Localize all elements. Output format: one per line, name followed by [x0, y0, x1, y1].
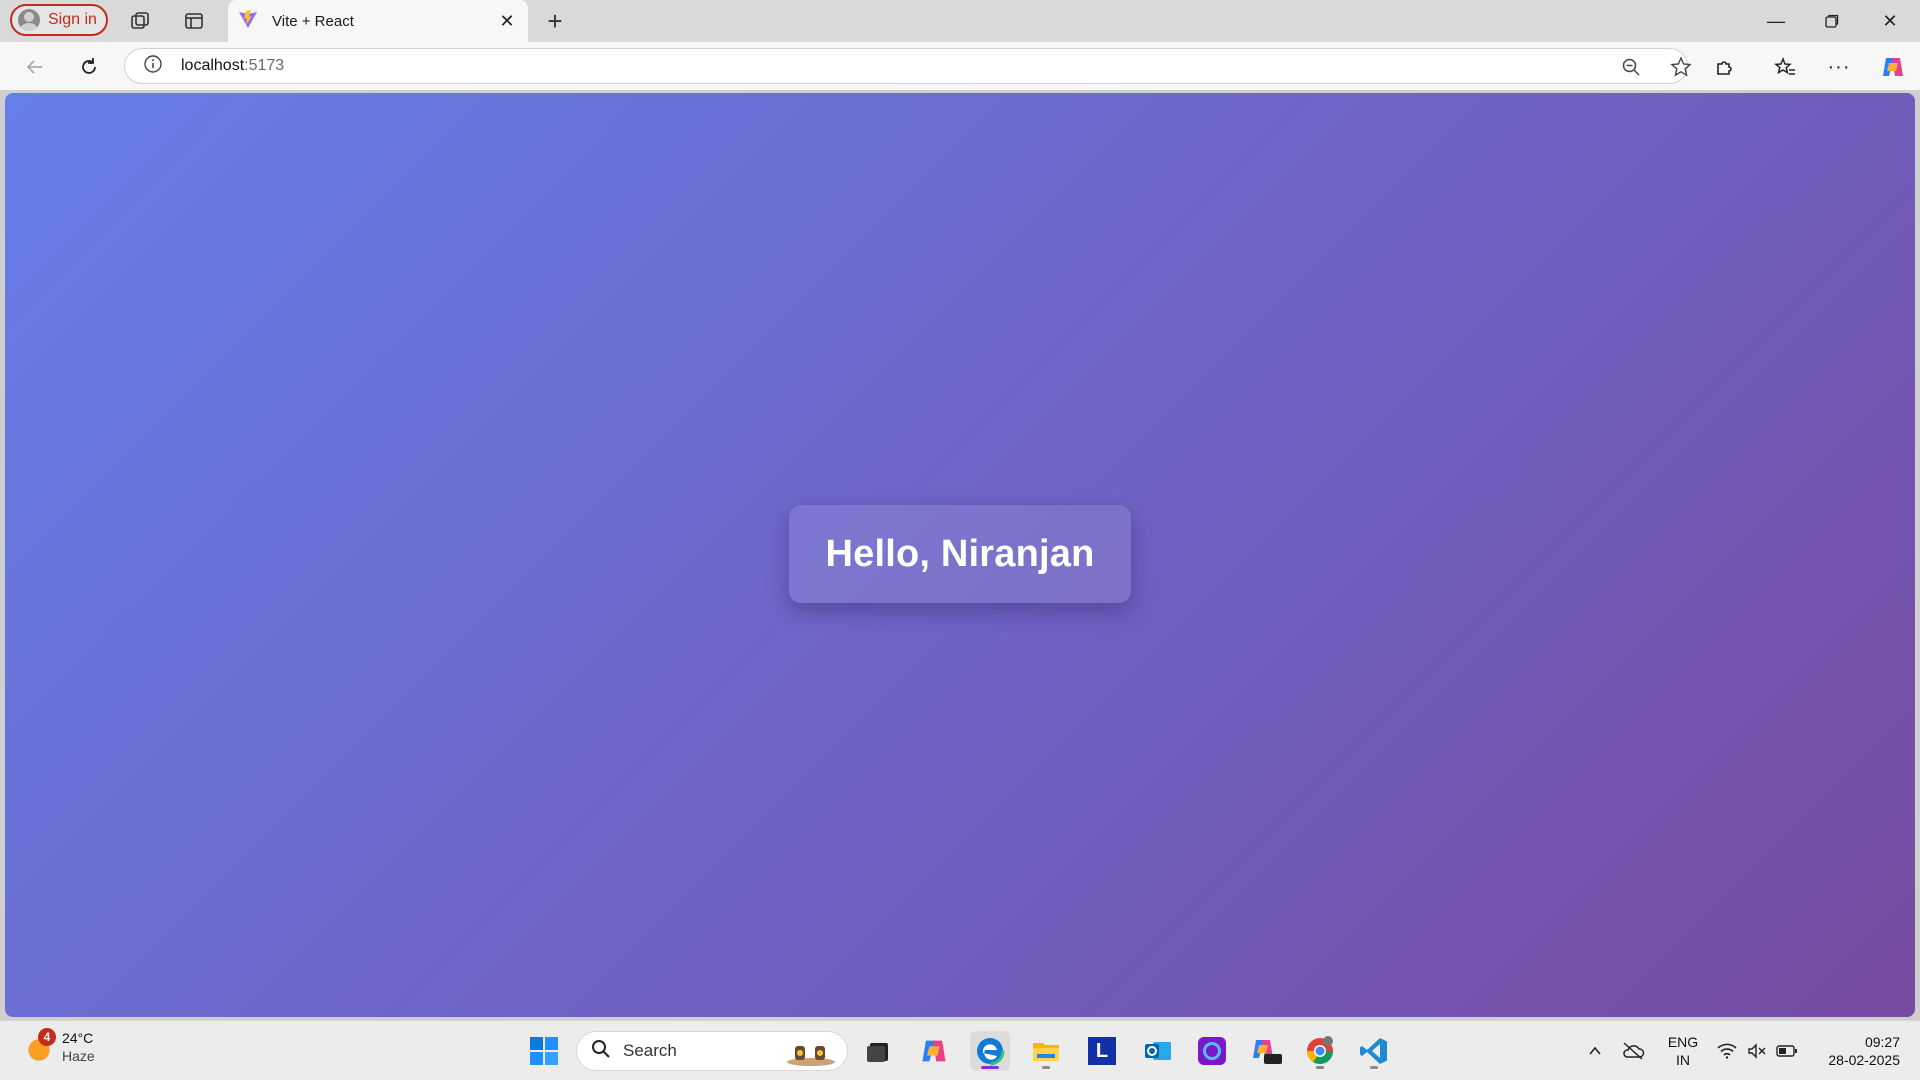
vscode-icon[interactable] — [1354, 1031, 1394, 1071]
tab-vite-react[interactable]: Vite + React ✕ — [228, 0, 528, 42]
restore-icon[interactable] — [1804, 0, 1860, 42]
chrome-icon[interactable] — [1300, 1031, 1340, 1071]
page-viewport: Hello, Niranjan — [5, 93, 1915, 1017]
tab-actions-icon[interactable] — [178, 6, 210, 36]
close-window-icon[interactable]: ✕ — [1862, 0, 1918, 42]
windows-start-icon[interactable] — [524, 1031, 564, 1071]
refresh-icon[interactable] — [72, 50, 106, 84]
favorites-icon[interactable] — [1768, 50, 1802, 84]
task-view-icon[interactable] — [858, 1031, 898, 1071]
weather-sun-icon: 4 — [24, 1028, 56, 1062]
m365-icon[interactable] — [1246, 1031, 1286, 1071]
copilot-taskbar-icon[interactable] — [914, 1031, 954, 1071]
running-indicator — [1370, 1066, 1378, 1069]
address-port: :5173 — [244, 57, 285, 74]
outlook-icon[interactable] — [1138, 1031, 1178, 1071]
extensions-icon[interactable] — [1708, 50, 1742, 84]
zoom-out-icon[interactable] — [1615, 51, 1647, 83]
favorite-star-icon[interactable] — [1665, 51, 1697, 83]
weather-temp: 24°C — [62, 1030, 94, 1046]
weather-condition: Haze — [62, 1048, 95, 1064]
minimize-icon[interactable]: — — [1748, 0, 1804, 42]
show-hidden-icons-chevron-icon[interactable] — [1582, 1031, 1608, 1071]
input-language[interactable]: ENG IN — [1664, 1033, 1702, 1069]
battery-icon[interactable] — [1774, 1031, 1800, 1071]
running-indicator — [1042, 1066, 1050, 1069]
address-bar[interactable]: localhost:5173 — [124, 48, 1692, 84]
taskbar: 4 24°C Haze Search L ENG IN 09:27 28-02-… — [0, 1020, 1920, 1080]
workspaces-icon[interactable] — [124, 6, 156, 36]
sign-in-label: Sign in — [48, 11, 97, 28]
greeting-heading: Hello, Niranjan — [825, 532, 1095, 575]
clock[interactable]: 09:27 28-02-2025 — [1812, 1033, 1900, 1069]
site-info-icon[interactable] — [143, 54, 163, 79]
new-tab-button[interactable]: + — [540, 6, 570, 36]
region-code: IN — [1676, 1052, 1690, 1068]
clock-date: 28-02-2025 — [1828, 1052, 1900, 1068]
wifi-icon[interactable] — [1714, 1031, 1740, 1071]
browser-toolbar: localhost:5173 ··· — [0, 42, 1920, 90]
search-highlight-icon — [787, 1046, 835, 1066]
circle-app-icon[interactable] — [1192, 1031, 1232, 1071]
search-icon — [591, 1039, 611, 1064]
clock-time: 09:27 — [1864, 1034, 1900, 1050]
weather-badge: 4 — [38, 1028, 56, 1046]
address-host: localhost — [181, 57, 245, 74]
active-indicator — [981, 1066, 999, 1069]
search-label: Search — [623, 1041, 677, 1060]
copilot-icon[interactable] — [1876, 50, 1910, 84]
browser-tab-strip: Sign in Vite + React ✕ + — ✕ — [0, 0, 1920, 42]
greeting-card: Hello, Niranjan — [789, 505, 1131, 603]
weather-widget[interactable]: 4 24°C Haze — [24, 1028, 95, 1065]
edge-icon[interactable] — [970, 1031, 1010, 1071]
back-arrow-icon[interactable] — [18, 50, 52, 84]
running-indicator — [1316, 1066, 1324, 1069]
language-code: ENG — [1667, 1034, 1699, 1050]
close-tab-icon[interactable]: ✕ — [496, 10, 518, 32]
volume-muted-icon[interactable] — [1744, 1031, 1770, 1071]
more-menu-icon[interactable]: ··· — [1822, 50, 1856, 84]
onedrive-offline-icon[interactable] — [1618, 1031, 1648, 1071]
tab-title: Vite + React — [272, 12, 354, 30]
vite-icon — [238, 9, 258, 33]
sign-in-button[interactable]: Sign in — [10, 4, 108, 36]
taskbar-search[interactable]: Search — [576, 1031, 848, 1071]
l-app-icon[interactable]: L — [1082, 1031, 1122, 1071]
file-explorer-icon[interactable] — [1026, 1031, 1066, 1071]
profile-avatar-icon — [18, 9, 40, 31]
